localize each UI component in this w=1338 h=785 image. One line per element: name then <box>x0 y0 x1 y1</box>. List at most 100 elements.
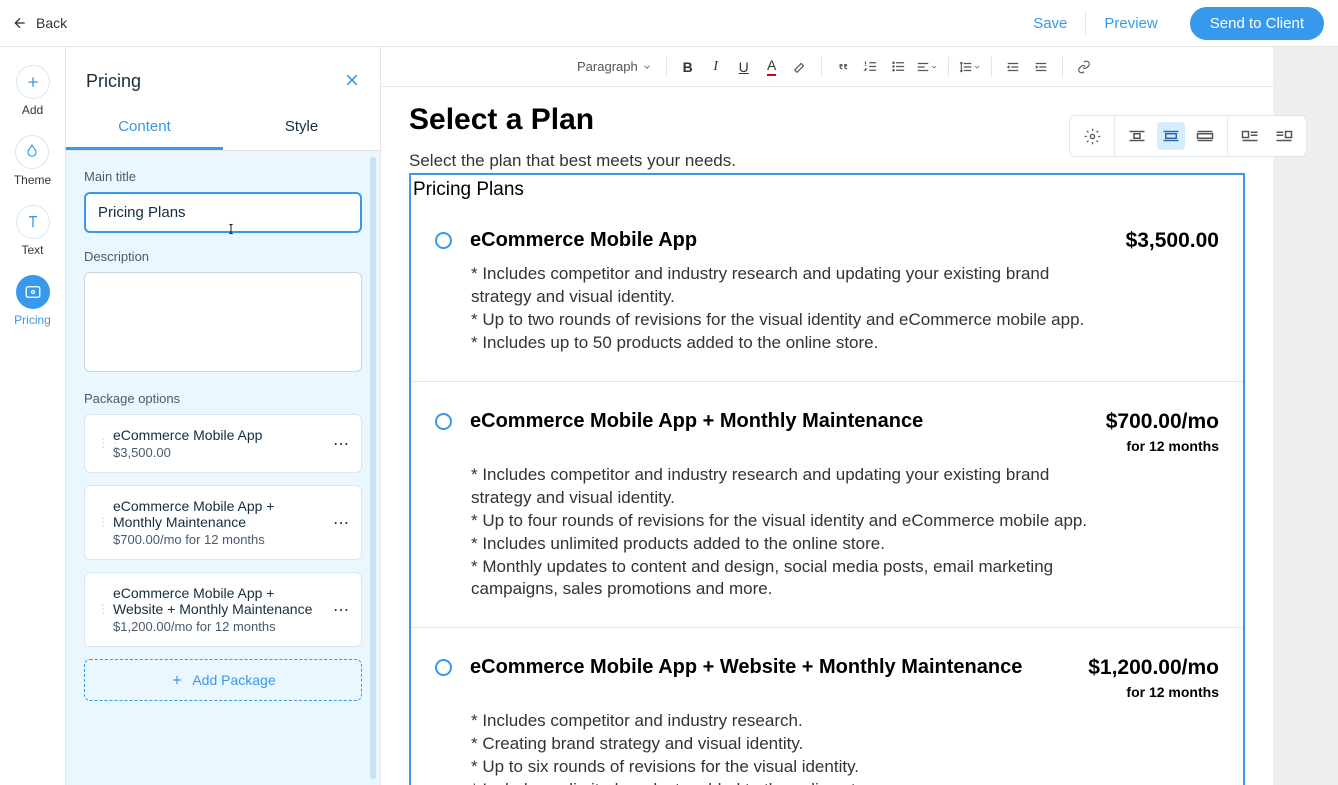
highlighter-icon <box>793 60 807 74</box>
rail-item-pricing[interactable]: Pricing <box>14 275 51 327</box>
plan-item: eCommerce Mobile App + Website + Monthly… <box>411 628 1243 785</box>
main-title-input[interactable] <box>84 192 362 233</box>
tab-content[interactable]: Content <box>66 106 223 150</box>
wrap-right-icon <box>1275 129 1293 143</box>
line-height-dropdown[interactable] <box>957 54 983 80</box>
align-left-icon <box>916 60 930 74</box>
panel-scrollbar[interactable] <box>370 157 376 779</box>
back-button[interactable]: Back <box>12 15 67 31</box>
wrap-left-button[interactable] <box>1236 122 1264 150</box>
separator <box>1062 57 1063 77</box>
block-floating-toolbar <box>1069 115 1307 157</box>
canvas-area: Paragraph B I U A <box>381 47 1338 785</box>
panel-tabs: Content Style <box>66 106 380 151</box>
text-color-button[interactable]: A <box>759 54 785 80</box>
plan-price: $1,200.00/mo <box>1088 656 1219 680</box>
wrap-left-icon <box>1241 129 1259 143</box>
tab-style[interactable]: Style <box>223 106 380 150</box>
indent-icon <box>1034 60 1048 74</box>
bold-button[interactable]: B <box>675 54 701 80</box>
link-button[interactable] <box>1071 54 1097 80</box>
align-medium-button[interactable] <box>1157 122 1185 150</box>
align-full-icon <box>1196 129 1214 143</box>
package-price: $1,200.00/mo for 12 months <box>113 619 325 634</box>
rail-label-text: Text <box>21 243 43 257</box>
pricing-block-title: Pricing Plans <box>411 175 1243 201</box>
list-ol-icon <box>863 59 878 74</box>
chevron-down-icon <box>930 63 938 71</box>
unordered-list-button[interactable] <box>886 54 912 80</box>
outdent-icon <box>1006 60 1020 74</box>
text-icon <box>16 205 50 239</box>
separator <box>948 57 949 77</box>
plus-icon <box>16 65 50 99</box>
drag-handle-icon[interactable]: ⋮⋮ <box>97 607 105 612</box>
plan-radio[interactable] <box>435 659 452 676</box>
align-full-button[interactable] <box>1191 122 1219 150</box>
package-card[interactable]: ⋮⋮ eCommerce Mobile App $3,500.00 ⋯ <box>84 414 362 473</box>
plan-term: for 12 months <box>1088 684 1219 700</box>
separator <box>666 57 667 77</box>
line-height-icon <box>959 60 973 74</box>
droplet-icon <box>15 135 49 169</box>
page-content: Select a Plan Select the plan that best … <box>381 87 1273 785</box>
package-card[interactable]: ⋮⋮ eCommerce Mobile App + Website + Mont… <box>84 572 362 647</box>
rail-item-text[interactable]: Text <box>16 205 50 257</box>
rail-item-add[interactable]: Add <box>16 65 50 117</box>
plan-radio[interactable] <box>435 232 452 249</box>
underline-button[interactable]: U <box>731 54 757 80</box>
package-name: eCommerce Mobile App + Monthly Maintenan… <box>113 498 325 530</box>
plan-list: eCommerce Mobile App $3,500.00 * Include… <box>411 201 1243 785</box>
save-link[interactable]: Save <box>1015 15 1085 32</box>
package-more-button[interactable]: ⋯ <box>333 513 349 533</box>
plan-features: * Includes competitor and industry resea… <box>471 464 1111 602</box>
left-rail: Add Theme Text Pricing <box>0 47 66 785</box>
ordered-list-button[interactable] <box>858 54 884 80</box>
package-name: eCommerce Mobile App <box>113 427 325 443</box>
topbar-actions: Save Preview Send to Client <box>1015 7 1324 40</box>
plan-term: for 12 months <box>1106 438 1219 454</box>
description-textarea[interactable] <box>84 272 362 372</box>
drag-handle-icon[interactable]: ⋮⋮ <box>97 520 105 525</box>
rail-label-pricing: Pricing <box>14 313 51 327</box>
main-layout: Add Theme Text Pricing Pricing <box>0 47 1338 785</box>
quote-button[interactable] <box>830 54 856 80</box>
package-name: eCommerce Mobile App + Website + Monthly… <box>113 585 325 617</box>
plus-icon <box>170 673 184 687</box>
rail-label-theme: Theme <box>14 173 51 187</box>
plan-item: eCommerce Mobile App $3,500.00 * Include… <box>411 201 1243 382</box>
settings-button[interactable] <box>1078 122 1106 150</box>
package-more-button[interactable]: ⋯ <box>333 434 349 454</box>
rail-label-add: Add <box>22 103 43 117</box>
pricing-icon <box>16 275 50 309</box>
outdent-button[interactable] <box>1000 54 1026 80</box>
align-dropdown[interactable] <box>914 54 940 80</box>
gear-icon <box>1084 128 1101 145</box>
italic-button[interactable]: I <box>703 54 729 80</box>
align-medium-icon <box>1162 129 1180 143</box>
main-title-label: Main title <box>84 169 362 184</box>
indent-button[interactable] <box>1028 54 1054 80</box>
highlight-button[interactable] <box>787 54 813 80</box>
plan-item: eCommerce Mobile App + Monthly Maintenan… <box>411 382 1243 629</box>
arrow-left-icon <box>12 15 28 31</box>
package-price: $700.00/mo for 12 months <box>113 532 325 547</box>
drag-handle-icon[interactable]: ⋮⋮ <box>97 441 105 446</box>
close-panel-button[interactable] <box>344 72 360 91</box>
canvas-scrollbar[interactable] <box>1273 47 1338 785</box>
package-price: $3,500.00 <box>113 445 325 460</box>
align-small-button[interactable] <box>1123 122 1151 150</box>
preview-link[interactable]: Preview <box>1086 15 1175 32</box>
send-to-client-button[interactable]: Send to Client <box>1190 7 1324 40</box>
wrap-right-button[interactable] <box>1270 122 1298 150</box>
back-label: Back <box>36 15 67 31</box>
plan-title: eCommerce Mobile App + Website + Monthly… <box>470 656 1070 679</box>
package-card[interactable]: ⋮⋮ eCommerce Mobile App + Monthly Mainte… <box>84 485 362 560</box>
package-more-button[interactable]: ⋯ <box>333 600 349 620</box>
close-icon <box>344 72 360 88</box>
rail-item-theme[interactable]: Theme <box>14 135 51 187</box>
add-package-button[interactable]: Add Package <box>84 659 362 701</box>
plan-radio[interactable] <box>435 413 452 430</box>
paragraph-dropdown[interactable]: Paragraph <box>571 59 658 74</box>
pricing-block[interactable]: Pricing Plans eCommerce Mobile App $3,50… <box>409 173 1245 785</box>
